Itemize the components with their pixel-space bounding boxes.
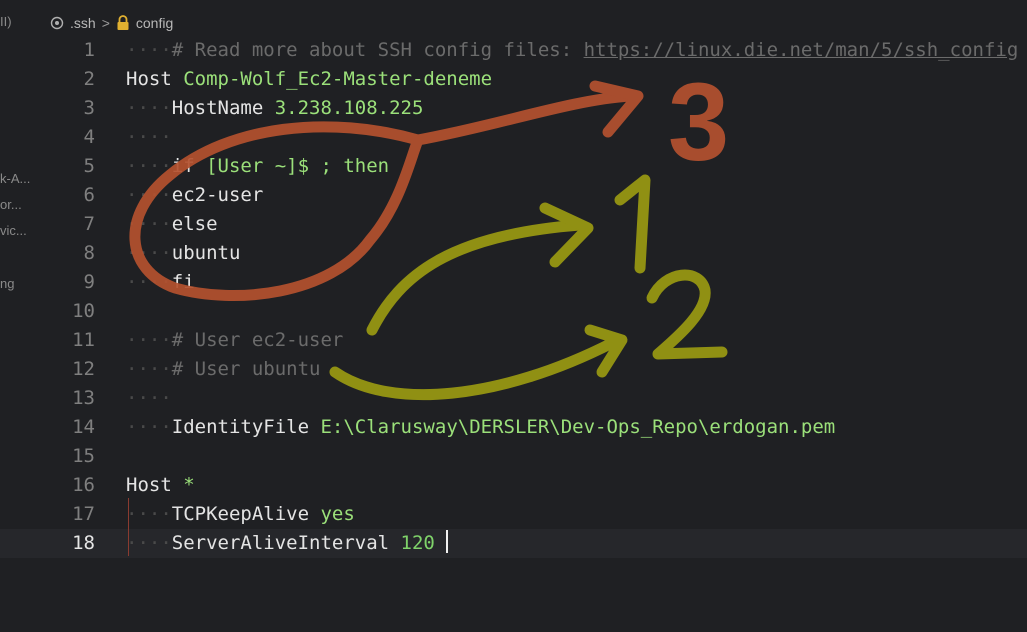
indent-whitespace: ···· [126,358,172,380]
code-line[interactable]: 13 ···· [0,384,1027,413]
code-keyword: ServerAliveInterval [171,532,401,554]
code-comment: # User ec2-user [171,329,344,351]
chevron-right-icon: > [101,15,110,31]
line-code: ···· [126,384,172,413]
code-line[interactable]: 1 ····# Read more about SSH config files:… [0,36,1027,65]
code-value: [User ~]$ ; then [206,155,390,177]
line-code: ····IdentityFile E:\Clarusway\DERSLER\De… [126,413,835,442]
code-number: 120 [400,532,435,554]
code-keyword: else [171,213,218,235]
breadcrumb-folder[interactable]: .ssh [70,15,96,31]
line-number[interactable]: 12 [50,355,95,384]
code-line[interactable]: 6 ····ec2-user [0,181,1027,210]
indent-whitespace: ···· [126,155,172,177]
line-number[interactable]: 14 [50,413,95,442]
indent-whitespace: ···· [126,242,172,264]
code-value: E:\Clarusway\DERSLER\Dev-Ops_Repo\erdoga… [320,416,836,438]
line-code: ····if [User ~]$ ; then [126,152,389,181]
line-code: ····else [126,210,218,239]
line-number[interactable]: 11 [50,326,95,355]
breadcrumb: .ssh > config [50,12,173,34]
line-number[interactable]: 2 [50,65,95,94]
code-line[interactable]: 10 [0,297,1027,326]
indent-whitespace: ···· [126,532,172,554]
code-comment: # User ubuntu [171,358,321,380]
line-code: ····# User ubuntu [126,355,320,384]
code-keyword: ubuntu [171,242,241,264]
line-number[interactable]: 9 [50,268,95,297]
indent-guide [128,498,129,556]
sidebar-fragment[interactable]: II) [0,14,12,29]
circle-icon [50,16,64,30]
code-line[interactable]: 9 ····fi [0,268,1027,297]
code-keyword: HostName [171,97,275,119]
code-line[interactable]: 11 ····# User ec2-user [0,326,1027,355]
line-number[interactable]: 5 [50,152,95,181]
line-code: ····HostName 3.238.108.225 [126,94,423,123]
indent-whitespace: ···· [126,416,172,438]
code-value: * [183,474,195,496]
indent-whitespace: ···· [126,97,172,119]
line-code: Host Comp-Wolf_Ec2-Master-deneme [126,65,492,94]
indent-whitespace: ···· [126,213,172,235]
code-keyword: fi [171,271,195,293]
line-code: ····ec2-user [126,181,263,210]
line-number[interactable]: 17 [50,500,95,529]
line-number[interactable]: 7 [50,210,95,239]
line-number[interactable]: 3 [50,94,95,123]
indent-whitespace: ···· [126,387,172,409]
line-code: ····fi [126,268,195,297]
code-value: yes [320,503,355,525]
code-line[interactable]: 5 ····if [User ~]$ ; then [0,152,1027,181]
code-line[interactable]: 15 [0,442,1027,471]
line-code: ····# User ec2-user [126,326,343,355]
line-code: ····ServerAliveInterval 120 [126,529,435,558]
code-keyword: TCPKeepAlive [171,503,321,525]
indent-whitespace: ···· [126,184,172,206]
line-code: ····TCPKeepAlive yes [126,500,355,529]
indent-whitespace: ···· [126,39,172,61]
code-keyword: ec2-user [171,184,264,206]
indent-whitespace: ···· [126,271,172,293]
code-comment: # Read more about SSH config files: [171,39,584,61]
code-line[interactable]: 3 ····HostName 3.238.108.225 [0,94,1027,123]
code-line[interactable]: 17 ····TCPKeepAlive yes [0,500,1027,529]
breadcrumb-file[interactable]: config [136,15,173,31]
code-value: 3.238.108.225 [274,97,424,119]
indent-whitespace: ···· [126,126,172,148]
line-code: Host * [126,471,195,500]
line-number[interactable]: 1 [50,36,95,65]
line-number[interactable]: 18 [50,529,95,558]
lock-icon [117,15,129,30]
indent-whitespace: ···· [126,329,172,351]
text-cursor [446,530,448,553]
code-keyword: Host [126,474,184,496]
code-value: Comp-Wolf_Ec2-Master-deneme [183,68,493,90]
code-line[interactable]: 14 ····IdentityFile E:\Clarusway\DERSLER\… [0,413,1027,442]
code-line[interactable]: 4 ···· [0,123,1027,152]
code-line[interactable]: 7 ····else [0,210,1027,239]
line-number[interactable]: 10 [50,297,95,326]
code-line[interactable]: 16 Host * [0,471,1027,500]
line-number[interactable]: 13 [50,384,95,413]
code-line[interactable]: 18 ····ServerAliveInterval 120 [0,529,1027,558]
line-code: ····# Read more about SSH config files: … [126,36,1018,65]
line-code: ···· [126,123,172,152]
comment-link[interactable]: https://linux.die.net/man/5/ssh_config [584,39,1019,61]
indent-whitespace: ···· [126,503,172,525]
line-number[interactable]: 16 [50,471,95,500]
line-number[interactable]: 4 [50,123,95,152]
code-keyword: Host [126,68,184,90]
line-code: ····ubuntu [126,239,240,268]
line-number[interactable]: 6 [50,181,95,210]
code-line[interactable]: 12 ····# User ubuntu [0,355,1027,384]
code-keyword: if [171,155,207,177]
line-number[interactable]: 8 [50,239,95,268]
code-line[interactable]: 8 ····ubuntu [0,239,1027,268]
code-keyword: IdentityFile [171,416,321,438]
code-line[interactable]: 2 Host Comp-Wolf_Ec2-Master-deneme [0,65,1027,94]
code-editor[interactable]: 1 ····# Read more about SSH config files:… [0,36,1027,632]
line-number[interactable]: 15 [50,442,95,471]
